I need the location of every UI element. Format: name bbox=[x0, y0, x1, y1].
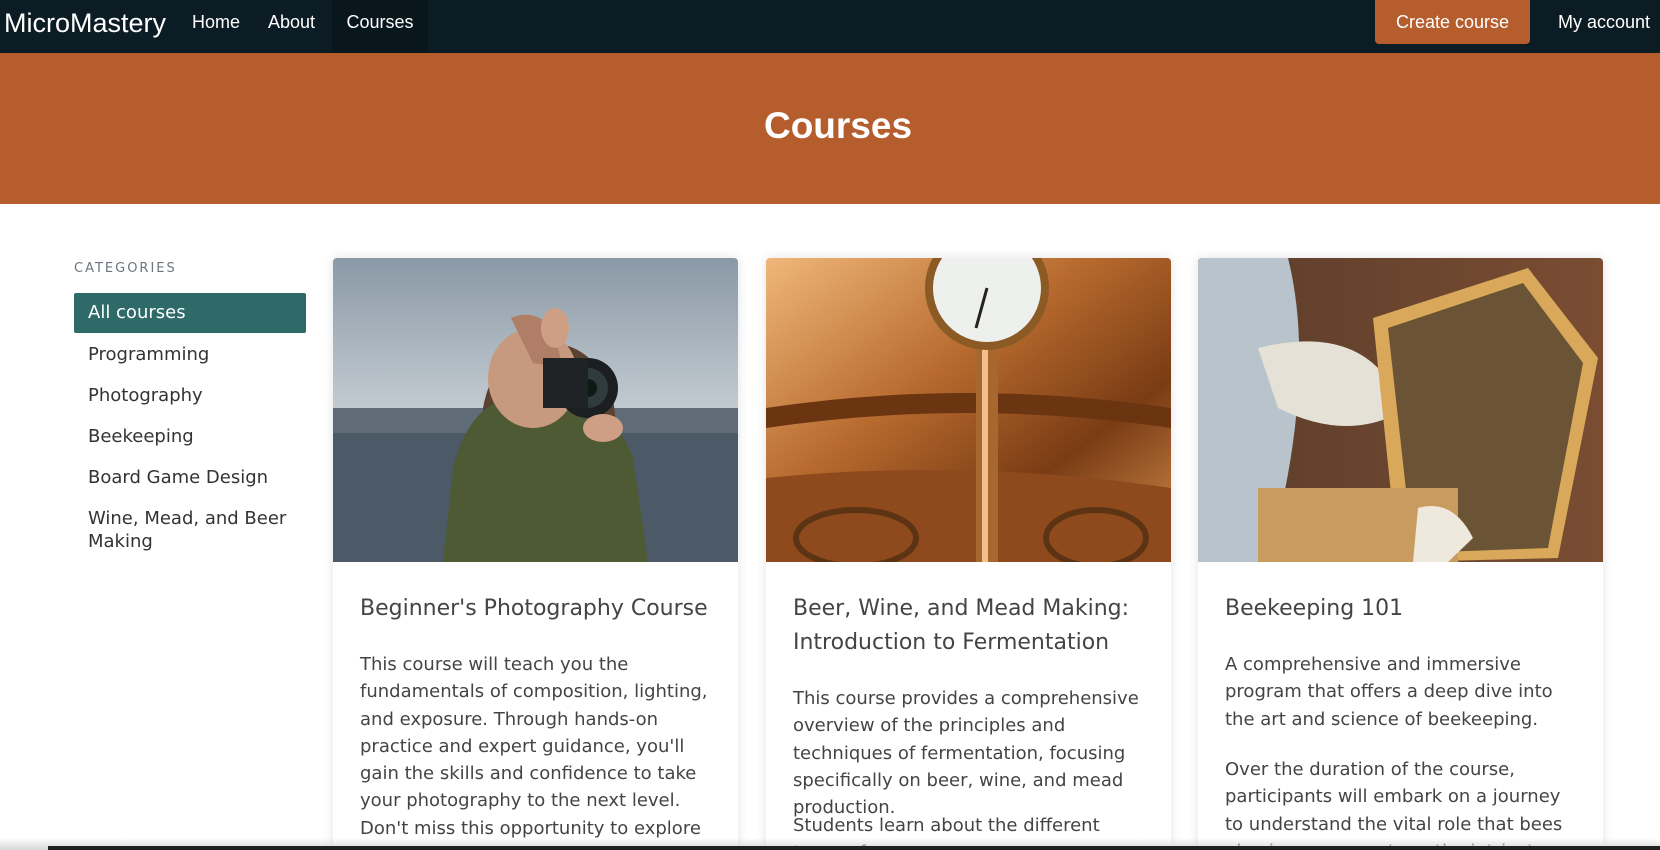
photographer-image bbox=[333, 258, 738, 562]
course-image-photographer[interactable] bbox=[333, 258, 738, 562]
nav-courses-link[interactable]: Courses bbox=[332, 0, 428, 53]
category-photography[interactable]: Photography bbox=[74, 384, 306, 407]
course-image-beekeeping[interactable] bbox=[1198, 258, 1603, 562]
nav-home-link[interactable]: Home bbox=[192, 0, 240, 53]
course-card[interactable]: Beer, Wine, and Mead Making: Introductio… bbox=[766, 258, 1171, 850]
category-wine-mead-beer[interactable]: Wine, Mead, and Beer Making bbox=[74, 507, 294, 553]
top-navbar: MicroMastery Home About Courses Create c… bbox=[0, 0, 1660, 53]
beekeeper-image bbox=[1198, 258, 1603, 562]
course-description: A comprehensive and immersive program th… bbox=[1225, 654, 1553, 730]
brand-logo[interactable]: MicroMastery bbox=[4, 0, 166, 46]
course-card[interactable]: Beekeeping 101 A comprehensive and immer… bbox=[1198, 258, 1603, 850]
course-description: This course provides a comprehensive ove… bbox=[793, 688, 1139, 819]
page-header-banner: Courses bbox=[0, 53, 1660, 204]
course-card[interactable]: Beginner's Photography Course This cours… bbox=[333, 258, 738, 850]
window-bottom-edge bbox=[48, 846, 1660, 850]
categories-heading: CATEGORIES bbox=[74, 261, 177, 276]
brewing-kettle-image bbox=[766, 258, 1171, 562]
category-all-courses[interactable]: All courses bbox=[74, 293, 306, 333]
page-title: Courses bbox=[763, 105, 913, 146]
category-programming[interactable]: Programming bbox=[74, 343, 306, 366]
course-title[interactable]: Beginner's Photography Course bbox=[360, 592, 715, 626]
category-beekeeping[interactable]: Beekeeping bbox=[74, 425, 306, 448]
course-title[interactable]: Beer, Wine, and Mead Making: Introductio… bbox=[793, 592, 1148, 660]
course-description-continued: Over the duration of the course, partici… bbox=[1225, 759, 1563, 850]
course-title[interactable]: Beekeeping 101 bbox=[1225, 592, 1580, 626]
course-image-brewing[interactable] bbox=[766, 258, 1171, 562]
nav-about-link[interactable]: About bbox=[268, 0, 315, 53]
create-course-button[interactable]: Create course bbox=[1375, 0, 1530, 44]
course-description: This course will teach you the fundament… bbox=[360, 654, 708, 850]
category-board-game-design[interactable]: Board Game Design bbox=[74, 466, 306, 489]
my-account-link[interactable]: My account bbox=[1558, 0, 1650, 45]
